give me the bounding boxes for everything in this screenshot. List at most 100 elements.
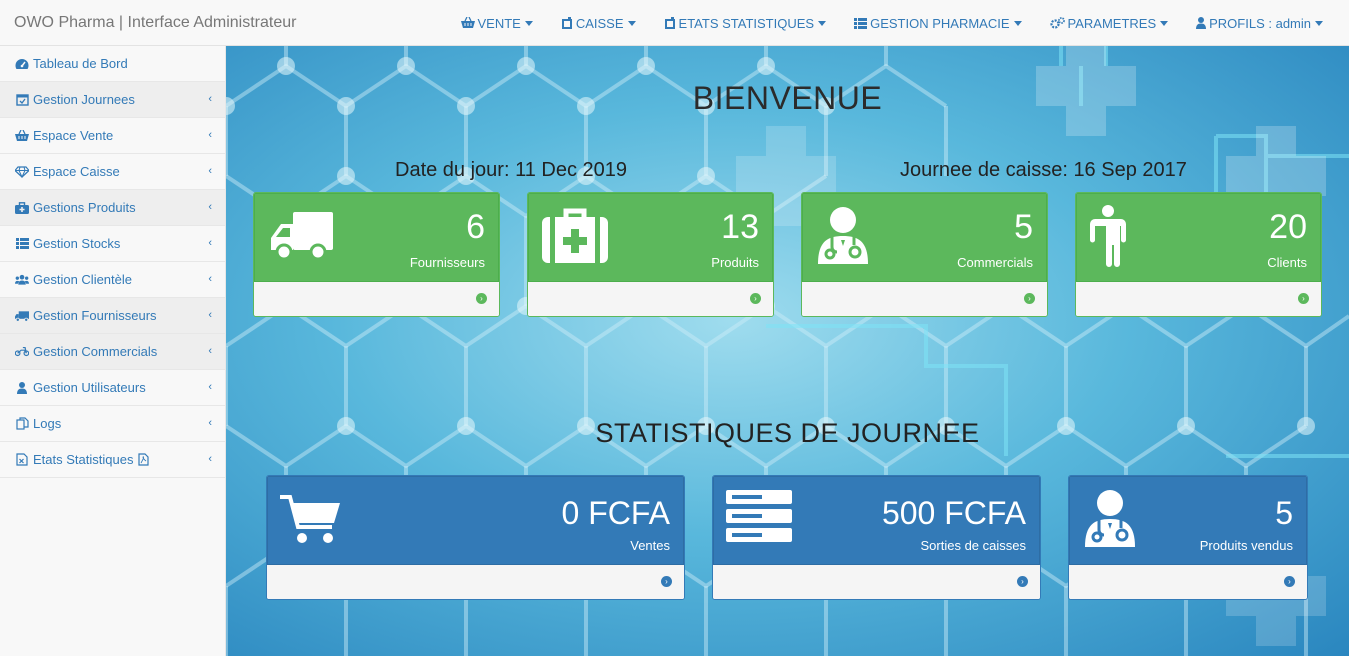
sidebar-item-label: Logs [33, 416, 62, 431]
sidebar-item-label: Gestion Stocks [33, 236, 121, 251]
menu-gestion-pharmacie[interactable]: GESTION PHARMACIE [840, 0, 1035, 46]
arrow-circle-right-icon[interactable]: › [661, 576, 672, 587]
menu-caisse-label: CAISSE [575, 15, 624, 31]
card-footer[interactable]: › [528, 282, 773, 316]
chevron-left-icon: ‹ [208, 381, 212, 393]
sidebar-item-gestion-journees[interactable]: Gestion Journees ‹ [0, 82, 225, 118]
menu-etats-statistiques[interactable]: ETATS STATISTIQUES [650, 0, 841, 46]
sidebar-item-label: Gestion Journees [33, 92, 135, 107]
sidebar-item-label: Tableau de Bord [33, 56, 128, 71]
calendar-check-icon [15, 93, 29, 107]
sidebar-item-espace-vente[interactable]: Espace Vente ‹ [0, 118, 225, 154]
briefcase-medical-icon [15, 201, 29, 215]
sidebar-item-gestion-commercials[interactable]: Gestion Commercials ‹ [0, 334, 225, 370]
sidebar-item-label: Gestions Produits [33, 200, 136, 215]
chevron-down-icon [818, 20, 827, 26]
sidebar-item-label: Espace Vente [33, 128, 114, 143]
user-icon [15, 381, 29, 395]
chevron-left-icon: ‹ [208, 417, 212, 429]
chevron-left-icon: ‹ [208, 345, 212, 357]
sidebar-item-label: Gestion Commercials [33, 344, 158, 359]
chevron-left-icon: ‹ [208, 201, 212, 213]
top-menu: VENTE CAISSE ETATS STATISTIQUES GESTION … [447, 0, 1349, 46]
card-fournisseurs: 6 Fournisseurs › [253, 192, 500, 317]
menu-vente-label: VENTE [477, 15, 521, 31]
stat-card-produits-vendus: 5 Produits vendus › [1068, 475, 1308, 600]
card-produits: 13 Produits › [527, 192, 774, 317]
diamond-icon [15, 165, 29, 179]
users-icon [15, 273, 29, 287]
stat-label: Ventes [630, 538, 670, 553]
arrow-circle-right-icon[interactable]: › [1017, 576, 1028, 587]
chevron-down-icon [627, 20, 636, 26]
sidebar-item-logs[interactable]: Logs ‹ [0, 406, 225, 442]
sidebar-item-tableau-de-bord[interactable]: Tableau de Bord [0, 46, 225, 82]
stat-value: 0 FCFA [561, 495, 670, 531]
stat-value: 5 [1275, 495, 1293, 531]
chevron-left-icon: ‹ [208, 309, 212, 321]
card-header: 6 Fournisseurs [254, 193, 499, 282]
sidebar-item-gestion-stocks[interactable]: Gestion Stocks ‹ [0, 226, 225, 262]
app-brand[interactable]: OWO Pharma | Interface Administrateur [14, 14, 296, 32]
medkit-icon [542, 207, 608, 266]
chevron-down-icon [524, 20, 533, 26]
file-excel-icon [15, 453, 29, 467]
menu-parametres[interactable]: PARAMETRES [1036, 0, 1183, 46]
card-header: 0 FCFA Ventes [267, 476, 684, 565]
list-icon [15, 237, 29, 251]
truck-icon [15, 309, 29, 323]
card-commercials: 5 Commercials › [801, 192, 1048, 317]
sidebar-item-gestions-produits[interactable]: Gestions Produits ‹ [0, 190, 225, 226]
card-header: 13 Produits [528, 193, 773, 282]
card-header: 5 Produits vendus [1069, 476, 1307, 565]
arrow-circle-right-icon[interactable]: › [750, 293, 761, 304]
chevron-left-icon: ‹ [208, 273, 212, 285]
chevron-down-icon [1160, 20, 1169, 26]
sidebar-item-espace-caisse[interactable]: Espace Caisse ‹ [0, 154, 225, 190]
top-navbar: OWO Pharma | Interface Administrateur VE… [0, 0, 1349, 46]
card-label: Fournisseurs [409, 255, 485, 270]
sidebar-item-etats-statistiques[interactable]: Etats Statistiques ‹ [0, 442, 225, 478]
arrow-circle-right-icon[interactable]: › [1284, 576, 1295, 587]
menu-caisse[interactable]: CAISSE [547, 0, 650, 46]
stats-section-title: STATISTIQUES DE JOURNEE [595, 418, 980, 448]
arrow-circle-right-icon[interactable]: › [1024, 293, 1035, 304]
card-header: 20 Clients [1076, 193, 1321, 282]
male-icon [1089, 205, 1127, 270]
sidebar-item-label: Etats Statistiques [33, 452, 134, 467]
card-footer[interactable]: › [713, 565, 1040, 599]
basket-icon [15, 129, 29, 143]
motorcycle-icon [15, 345, 29, 359]
chevron-left-icon: ‹ [208, 453, 212, 465]
user-md-icon [1083, 489, 1137, 550]
list-icon [854, 17, 868, 29]
sidebar: Tableau de Bord Gestion Journees ‹ Espac… [0, 46, 226, 656]
card-label: Produits [711, 255, 759, 270]
menu-parametres-label: PARAMETRES [1067, 15, 1157, 31]
arrow-circle-right-icon[interactable]: › [1298, 293, 1309, 304]
sidebar-item-gestion-clientele[interactable]: Gestion Clientèle ‹ [0, 262, 225, 298]
date-du-jour: Date du jour: 11 Dec 2019 [395, 159, 628, 181]
menu-profils-label: PROFILS : admin [1209, 15, 1311, 31]
sidebar-item-gestion-utilisateurs[interactable]: Gestion Utilisateurs ‹ [0, 370, 225, 406]
stat-card-sorties-caisses: 500 FCFA Sorties de caisses › [712, 475, 1041, 600]
card-footer[interactable]: › [267, 565, 684, 599]
copy-icon [15, 417, 29, 431]
card-header: 5 Commercials [802, 193, 1047, 282]
stats-icon [664, 17, 676, 29]
card-footer[interactable]: › [802, 282, 1047, 316]
card-footer[interactable]: › [1069, 565, 1307, 599]
chevron-left-icon: ‹ [208, 93, 212, 105]
sidebar-item-label: Gestion Fournisseurs [33, 308, 157, 323]
menu-profils[interactable]: PROFILS : admin [1182, 0, 1349, 46]
cart-icon [280, 493, 342, 548]
card-footer[interactable]: › [254, 282, 499, 316]
card-footer[interactable]: › [1076, 282, 1321, 316]
menu-vente[interactable]: VENTE [447, 0, 547, 46]
card-label: Clients [1267, 255, 1307, 270]
server-icon [726, 490, 792, 545]
sidebar-item-gestion-fournisseurs[interactable]: Gestion Fournisseurs ‹ [0, 298, 225, 334]
arrow-circle-right-icon[interactable]: › [476, 293, 487, 304]
file-pdf-icon [138, 453, 150, 466]
sidebar-item-label: Gestion Clientèle [33, 272, 132, 287]
